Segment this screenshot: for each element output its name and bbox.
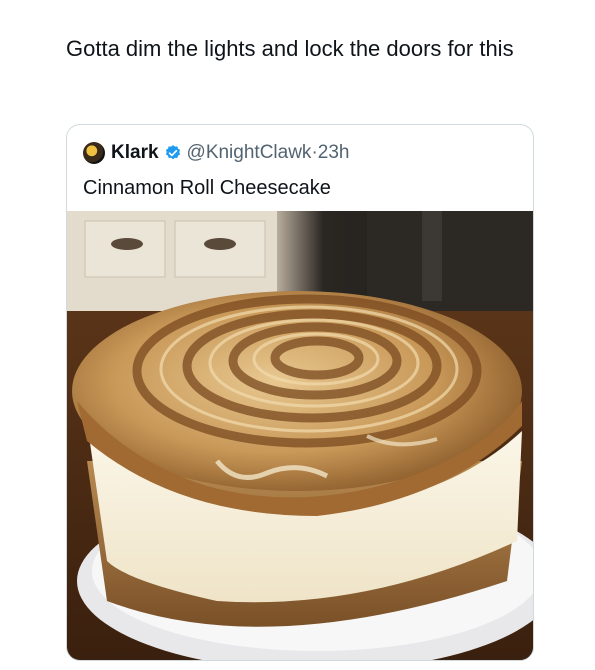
verified-badge-icon	[165, 145, 180, 160]
tweet-text: Gotta dim the lights and lock the doors …	[66, 36, 514, 61]
cinnamon-roll-cheesecake-photo[interactable]	[67, 211, 533, 660]
display-name[interactable]: Klark	[111, 142, 159, 164]
quoted-tweet-card[interactable]: Klark @KnightClawk · 23h Cinnamon Roll C…	[66, 124, 534, 661]
quoted-tweet-header: Klark @KnightClawk · 23h	[83, 141, 349, 165]
avatar-icon[interactable]	[83, 142, 105, 164]
handle[interactable]: @KnightClawk	[187, 142, 312, 164]
quoted-tweet-text: Cinnamon Roll Cheesecake	[83, 177, 331, 199]
timestamp[interactable]: 23h	[318, 142, 350, 164]
